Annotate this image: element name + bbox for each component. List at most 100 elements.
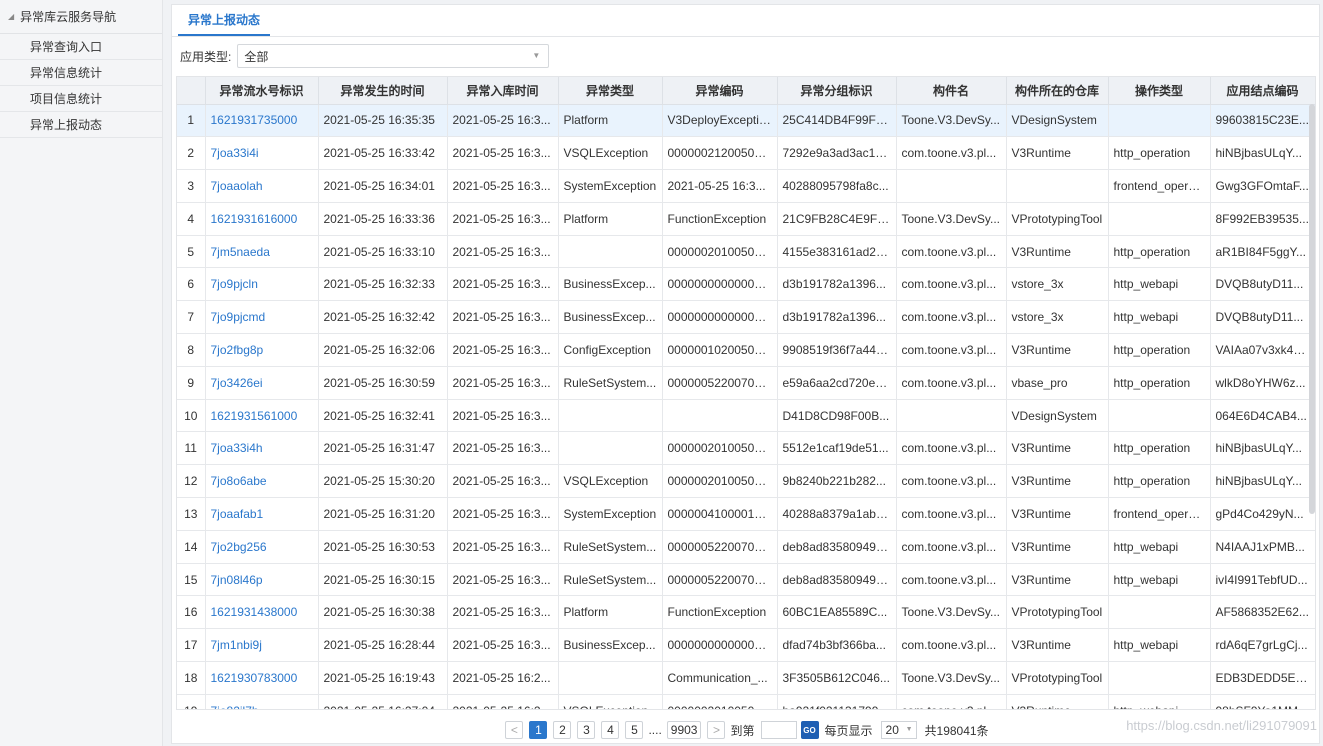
table-cell-col-serial-id[interactable]: 7joaafab1 (205, 497, 319, 531)
table-cell-col-operation: http_webapi (1108, 530, 1211, 564)
table-cell-col-group-id: d3b191782a1396... (777, 300, 897, 335)
table-cell-col-occur-time: 2021-05-25 16:32:06 (318, 333, 448, 367)
table-cell-col-group-id: 21C9FB28C4E9F4... (777, 202, 897, 236)
table-cell-col-index: 1 (177, 104, 206, 138)
go-button[interactable]: GO (800, 721, 819, 739)
table-cell-col-store-time: 2021-05-25 16:3... (447, 235, 559, 269)
table-cell-col-repository: VPrototypingTool (1006, 202, 1109, 236)
sidebar-item-project-stats[interactable]: 项目信息统计 (0, 86, 162, 112)
table-cell-col-serial-id[interactable]: 1621930783000 (205, 661, 319, 695)
per-page-label: 每页显示 (824, 723, 873, 738)
app-type-select[interactable]: 全部 ▼ (237, 44, 550, 68)
table-cell-col-serial-id[interactable]: 1621931735000 (205, 104, 319, 138)
table-row[interactable]: 6 7jo9pjcln 2021-05-25 16:32:33 2021-05-25 … (177, 267, 1315, 302)
table-scrollbar[interactable] (1309, 104, 1315, 514)
tab-report-feed[interactable]: 异常上报动态 (178, 4, 271, 36)
table-header-col-occur-time[interactable]: 异常发生的时间 (318, 77, 448, 105)
table-cell-col-index: 13 (177, 497, 206, 531)
nav-header[interactable]: ◢ 异常库云服务导航 (0, 0, 162, 34)
table-cell-col-serial-id[interactable]: 7jo9pjcln (205, 267, 319, 302)
table-row[interactable]: 3 7joaaolah 2021-05-25 16:34:01 2021-05-25 … (177, 169, 1315, 203)
table-header-col-group-id[interactable]: 异常分组标识 (777, 77, 897, 105)
table-row[interactable]: 13 7joaafab1 2021-05-25 16:31:20 2021-05-25… (177, 497, 1315, 531)
prev-page-button[interactable]: < (505, 721, 524, 739)
sidebar-item-exception-stats[interactable]: 异常信息统计 (0, 60, 162, 86)
table-row[interactable]: 8 7jo2fbg8p 2021-05-25 16:32:06 2021-05-25 … (177, 333, 1315, 367)
table-cell-col-occur-time: 2021-05-25 16:30:59 (318, 366, 448, 400)
page-button-1[interactable]: 1 (529, 721, 548, 739)
table-cell-col-index: 12 (177, 464, 206, 499)
table-row[interactable]: 12 7jo8o6abe 2021-05-25 15:30:20 2021-05-25… (177, 464, 1315, 499)
table-row[interactable]: 14 7jo2bg256 2021-05-25 16:30:53 2021-05-25… (177, 530, 1315, 564)
table-row[interactable]: 18 1621930783000 2021-05-25 16:19:43 2021-0… (177, 661, 1315, 695)
goto-page-input[interactable] (760, 721, 797, 739)
table-header-col-code[interactable]: 异常编码 (662, 77, 778, 105)
table-row[interactable]: 15 7jn08l46p 2021-05-25 16:30:15 2021-05-25… (177, 563, 1315, 597)
table-cell-col-serial-id[interactable]: 7joa33i4h (205, 431, 319, 466)
table-cell-col-component: com.toone.v3.pl... (896, 497, 1007, 531)
table-cell-col-code: Communication_... (662, 661, 778, 695)
table-cell-col-serial-id[interactable]: 7joaaolah (205, 169, 319, 203)
table-row[interactable]: 4 1621931616000 2021-05-25 16:33:36 2021-05… (177, 202, 1315, 236)
table-header-col-serial-id[interactable]: 异常流水号标识 (205, 77, 319, 105)
table-cell-col-component: com.toone.v3.pl... (896, 136, 1007, 171)
table-cell-col-serial-id[interactable]: 7jo2bg256 (205, 530, 319, 564)
table-cell-col-serial-id[interactable]: 7jo82il7h (205, 694, 319, 709)
table-cell-col-serial-id[interactable]: 7joa33i4i (205, 136, 319, 171)
table-header-col-index[interactable] (177, 77, 206, 105)
per-page-select[interactable]: 20 ▼ (880, 721, 917, 739)
table-cell-col-code: 0000001020050005 (662, 333, 778, 367)
page-button-4[interactable]: 4 (601, 721, 620, 739)
sidebar-item-query[interactable]: 异常查询入口 (0, 34, 162, 60)
table-cell-col-serial-id[interactable]: 1621931561000 (205, 399, 319, 433)
table-cell-col-group-id: deb8ad835809496... (777, 530, 897, 564)
table-cell-col-store-time: 2021-05-25 16:3... (447, 595, 559, 630)
table-row[interactable]: 5 7jm5naeda 2021-05-25 16:33:10 2021-05-25 … (177, 235, 1315, 269)
table-header-col-type[interactable]: 异常类型 (558, 77, 663, 105)
exception-table: 异常流水号标识 异常发生的时间 异常入库时间 异常类型 异常编码 异常分组标识 构件名 构件所… (176, 76, 1316, 710)
table-cell-col-serial-id[interactable]: 1621931616000 (205, 202, 319, 236)
table-cell-col-serial-id[interactable]: 7jo8o6abe (205, 464, 319, 499)
table-cell-col-node-code: AF5868352E62... (1210, 595, 1315, 630)
table-row[interactable]: 16 1621931438000 2021-05-25 16:30:38 2021-0… (177, 595, 1315, 630)
table-cell-col-index: 5 (177, 235, 206, 269)
table-header-col-repository[interactable]: 构件所在的仓库 (1006, 77, 1109, 105)
table-cell-col-index: 6 (177, 267, 206, 302)
table-header-col-store-time[interactable]: 异常入库时间 (447, 77, 559, 105)
table-row[interactable]: 10 1621931561000 2021-05-25 16:32:41 2021-0… (177, 399, 1315, 433)
table-cell-col-operation: http_operation (1108, 366, 1211, 400)
table-cell-col-serial-id[interactable]: 1621931438000 (205, 595, 319, 630)
table-row[interactable]: 1 1621931735000 2021-05-25 16:35:35 2021-05… (177, 104, 1315, 138)
table-cell-col-index: 17 (177, 628, 206, 663)
next-page-button[interactable]: > (707, 721, 726, 739)
table-header-col-operation[interactable]: 操作类型 (1108, 77, 1211, 105)
page-button-2[interactable]: 2 (553, 721, 572, 739)
table-cell-col-serial-id[interactable]: 7jm1nbi9j (205, 628, 319, 663)
table-cell-col-serial-id[interactable]: 7jn08l46p (205, 563, 319, 597)
table-cell-col-repository: VPrototypingTool (1006, 661, 1109, 695)
sidebar-item-report-feed[interactable]: 异常上报动态 (0, 112, 162, 138)
table-row[interactable]: 9 7jo3426ei 2021-05-25 16:30:59 2021-05-25 … (177, 366, 1315, 400)
page-button-5[interactable]: 5 (625, 721, 644, 739)
table-cell-col-serial-id[interactable]: 7jo9pjcmd (205, 300, 319, 335)
chevron-down-icon: ▼ (905, 726, 913, 733)
page-button-3[interactable]: 3 (577, 721, 596, 739)
table-cell-col-group-id: 40288a8379a1aba... (777, 497, 897, 531)
table-row[interactable]: 2 7joa33i4i 2021-05-25 16:33:42 2021-05-25 … (177, 136, 1315, 171)
table-row[interactable]: 7 7jo9pjcmd 2021-05-25 16:32:42 2021-05-25 … (177, 300, 1315, 335)
table-row[interactable]: 17 7jm1nbi9j 2021-05-25 16:28:44 2021-05-25… (177, 628, 1315, 663)
table-cell-col-component (896, 399, 1007, 433)
table-cell-col-serial-id[interactable]: 7jo3426ei (205, 366, 319, 400)
page-button-last[interactable]: 9903 (666, 721, 702, 739)
table-row[interactable]: 11 7joa33i4h 2021-05-25 16:31:47 2021-05-25… (177, 431, 1315, 466)
table-cell-col-serial-id[interactable]: 7jo2fbg8p (205, 333, 319, 367)
table-header-col-component[interactable]: 构件名 (896, 77, 1007, 105)
table-cell-col-occur-time: 2021-05-25 16:30:15 (318, 563, 448, 597)
table-cell-col-store-time: 2021-05-25 16:3... (447, 104, 559, 138)
table-cell-col-occur-time: 2021-05-25 16:32:33 (318, 267, 448, 302)
table-row[interactable]: 197jo82il7h2021-05-25 16:27:042021-05-25… (177, 694, 1315, 709)
table-cell-col-node-code: gPd4Co429yN... (1210, 497, 1315, 531)
table-cell-col-serial-id[interactable]: 7jm5naeda (205, 235, 319, 269)
table-cell-col-group-id: d3b191782a1396... (777, 267, 897, 302)
table-header-col-node-code[interactable]: 应用结点编码 (1210, 77, 1315, 105)
